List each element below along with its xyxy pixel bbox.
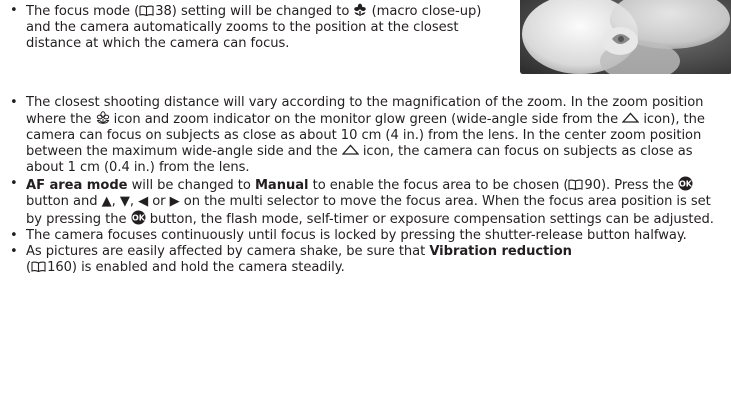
af-area-mode-label: AF area mode [26, 178, 128, 193]
reference-book-icon [31, 261, 46, 272]
macro-flower-outline-icon [96, 111, 109, 124]
list-item-closest-distance: The closest shooting distance will vary … [9, 95, 727, 176]
shake-text-3: ) is enabled and hold the camera steadil… [71, 260, 345, 275]
focus-mode-text: The focus mode ( [26, 4, 140, 19]
svg-text:OK: OK [132, 214, 146, 223]
top-bullet-list: The focus mode ( 38) setting will be chan… [9, 3, 509, 52]
page-ref-38: 38 [155, 4, 172, 19]
zoom-triangle-icon [341, 144, 359, 155]
page-ref-90: 90 [584, 178, 601, 193]
svg-text:OK: OK [679, 180, 693, 189]
af-text-5: button, the flash mode, self-timer or ex… [145, 212, 714, 227]
zoom-triangle-icon [622, 112, 640, 123]
manual-label: Manual [254, 178, 309, 193]
macro-flower-icon [354, 3, 367, 16]
ok-button-icon: OK [131, 210, 146, 225]
setting-text: ) setting will be changed to [171, 4, 350, 19]
af-text-1: will be changed to [127, 178, 255, 193]
manual-page: The focus mode ( 38) setting will be chan… [0, 0, 731, 393]
af-text-2: to enable the focus area to be chosen ( [308, 178, 569, 193]
page-ref-160: 160 [47, 260, 72, 275]
main-bullet-list: The closest shooting distance will vary … [9, 95, 727, 276]
shake-text-1: As pictures are easily affected by camer… [26, 244, 430, 259]
list-item-continuous-focus: The camera focuses continuously until fo… [9, 228, 727, 244]
continuous-text: The camera focuses continuously until fo… [26, 228, 687, 243]
reference-book-icon [139, 5, 154, 16]
list-item-focus-mode: The focus mode ( 38) setting will be chan… [9, 3, 509, 52]
ok-button-icon: OK [678, 176, 693, 191]
af-text-3: ). Press the [600, 178, 679, 193]
vibration-reduction-label: Vibration reduction [429, 244, 572, 259]
closest-text-2: icon and zoom indicator on the monitor g… [109, 112, 623, 127]
list-item-af-area: AF area mode will be changed to Manual t… [9, 176, 727, 228]
list-item-camera-shake: As pictures are easily affected by camer… [9, 244, 727, 276]
flower-photo-graphic [520, 0, 731, 74]
reference-book-icon [568, 179, 583, 190]
flower-closeup-photo [520, 0, 731, 74]
